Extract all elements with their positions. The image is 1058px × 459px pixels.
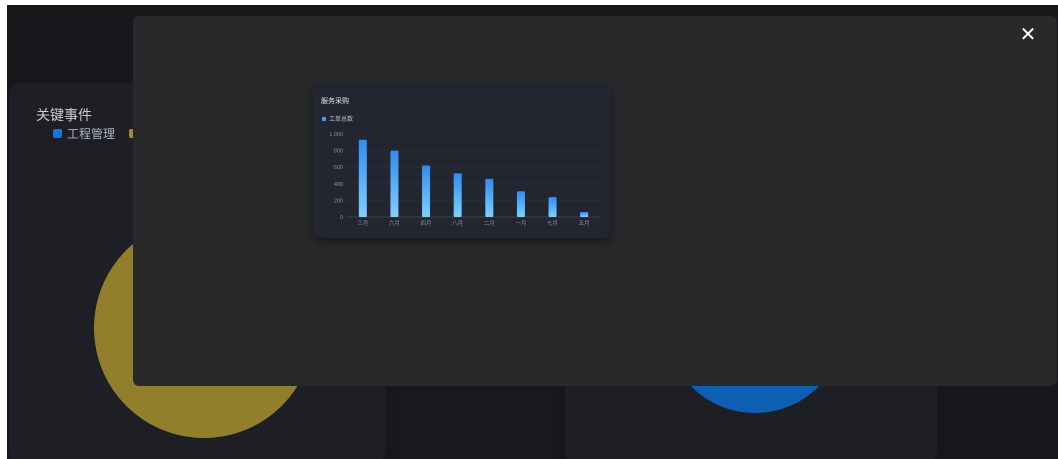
chart-card: 服务采购 工单总数 0 200 400 600 800 1,000 三月 六月 四月 八月 二月 一月… — [313, 86, 610, 238]
panel-legend: 工程管理 — [53, 125, 136, 142]
x-tick-label: 二月 — [484, 220, 495, 227]
x-tick-label: 五月 — [579, 220, 590, 227]
bar[interactable] — [485, 178, 494, 217]
panel-title: 关键事件 — [36, 107, 92, 123]
bar[interactable] — [548, 197, 557, 217]
x-tick-label: 八月 — [452, 220, 463, 227]
chart-preview-modal: ✕ 服务采购 工单总数 0 200 400 600 800 1,000 三月 六月 四月 八月 二月… — [133, 16, 1057, 386]
x-tick-label: 四月 — [421, 220, 432, 227]
x-tick-label: 七月 — [547, 219, 558, 227]
bar[interactable] — [453, 173, 462, 217]
y-tick-label: 200 — [334, 198, 343, 204]
bar[interactable] — [390, 150, 399, 217]
bar-chart: 0 200 400 600 800 1,000 三月 六月 四月 八月 二月 一月 七月 五月 — [329, 132, 600, 227]
close-icon[interactable]: ✕ — [1017, 24, 1039, 46]
y-tick-label: 0 — [340, 215, 343, 221]
bar[interactable] — [516, 191, 525, 217]
bar[interactable] — [580, 212, 589, 217]
x-tick-label: 三月 — [357, 220, 368, 227]
y-tick-label: 800 — [334, 149, 343, 155]
y-tick-label: 400 — [334, 182, 343, 188]
y-tick-label: 600 — [334, 165, 343, 171]
x-tick-label: 六月 — [389, 219, 400, 227]
x-tick-label: 一月 — [515, 220, 526, 227]
legend-label[interactable]: 工程管理 — [67, 125, 115, 142]
y-tick-label: 1,000 — [329, 132, 343, 138]
legend-swatch — [53, 129, 62, 138]
bar[interactable] — [422, 165, 431, 217]
bar[interactable] — [358, 139, 367, 217]
